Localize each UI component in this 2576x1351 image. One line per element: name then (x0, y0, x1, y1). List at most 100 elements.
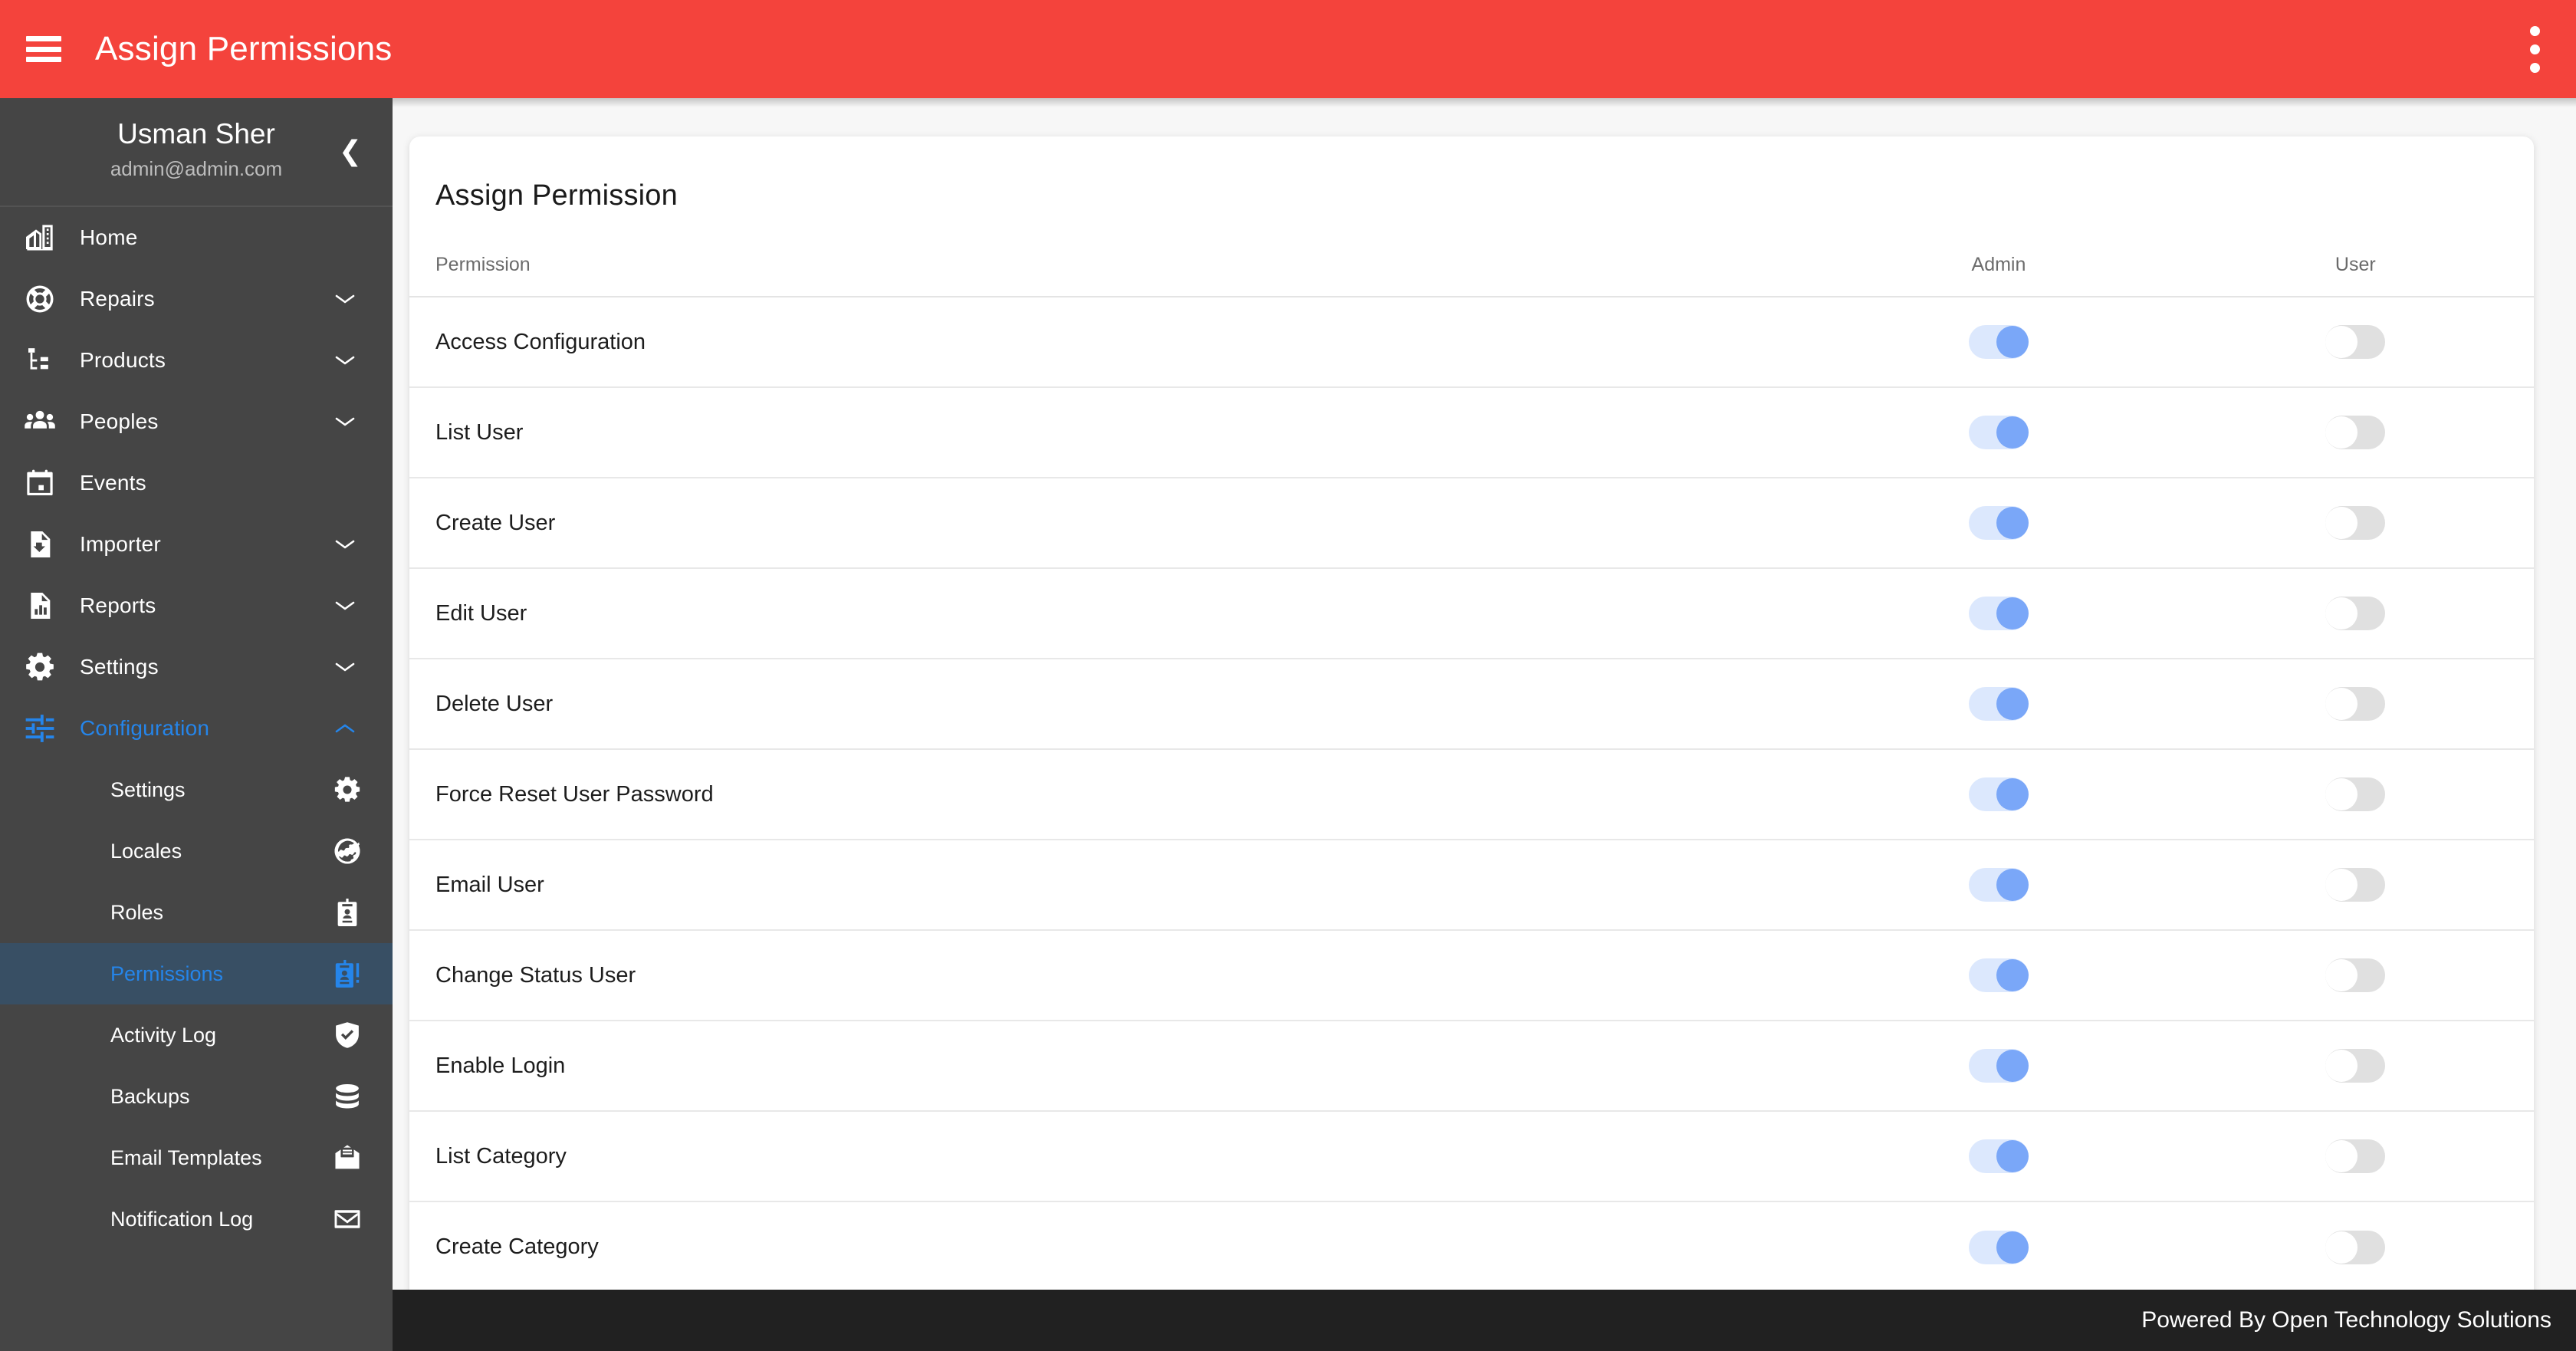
toggle-thumb (1996, 869, 2029, 901)
user-permission-toggle[interactable] (2325, 325, 2386, 359)
chevron-down-icon[interactable] (334, 293, 356, 305)
user-toggle-cell (2177, 930, 2534, 1021)
admin-permission-toggle[interactable] (1968, 1049, 2029, 1083)
user-toggle-cell (2177, 659, 2534, 750)
toggle-thumb (1996, 959, 2029, 991)
sidebar-subitem-permissions[interactable]: Permissions (0, 943, 393, 1004)
user-permission-toggle[interactable] (2325, 1049, 2386, 1083)
permission-name: Email User (409, 840, 1821, 931)
sidebar-item-settings[interactable]: Settings (0, 636, 393, 698)
sidebar-user-block[interactable]: Usman Sher admin@admin.com ❮ (0, 98, 393, 207)
card-title: Assign Permission (435, 179, 678, 212)
toggle-thumb (2325, 326, 2358, 358)
permission-name: Delete User (409, 659, 1821, 750)
user-permission-toggle[interactable] (2325, 506, 2386, 540)
toggle-thumb (2325, 1050, 2358, 1082)
admin-permission-toggle[interactable] (1968, 1230, 2029, 1264)
user-email: admin@admin.com (110, 156, 283, 180)
admin-toggle-cell (1820, 297, 2177, 388)
sidebar-item-home[interactable]: Home (0, 207, 393, 268)
sidebar-item-events[interactable]: Events (0, 452, 393, 514)
admin-toggle-cell (1820, 659, 2177, 750)
hamburger-bar (26, 46, 61, 52)
database-icon (330, 1079, 365, 1114)
chevron-down-icon[interactable] (334, 661, 356, 673)
chevron-down-icon[interactable] (334, 600, 356, 612)
page-title: Assign Permissions (95, 30, 393, 67)
sliders-icon (0, 712, 80, 745)
toggle-thumb (2325, 1231, 2358, 1264)
user-permission-toggle[interactable] (2325, 1139, 2386, 1173)
chevron-down-icon[interactable] (334, 538, 356, 551)
sidebar-subitem-backups[interactable]: Backups (0, 1066, 393, 1127)
sidebar-item-reports[interactable]: Reports (0, 575, 393, 636)
user-permission-toggle[interactable] (2325, 597, 2386, 630)
toggle-thumb (1996, 416, 2029, 449)
table-row: Edit User (409, 568, 2534, 659)
permission-name: Access Configuration (409, 297, 1821, 388)
vertical-dots-icon[interactable] (2519, 19, 2550, 79)
permission-name: Edit User (409, 568, 1821, 659)
chevron-down-icon[interactable] (334, 416, 356, 428)
admin-permission-toggle[interactable] (1968, 868, 2029, 902)
admin-permission-toggle[interactable] (1968, 687, 2029, 721)
sidebar-item-products[interactable]: Products (0, 330, 393, 391)
sidebar-subitem-locales[interactable]: Locales (0, 820, 393, 882)
admin-permission-toggle[interactable] (1968, 597, 2029, 630)
admin-permission-toggle[interactable] (1968, 777, 2029, 811)
admin-permission-toggle[interactable] (1968, 1139, 2029, 1173)
sidebar-subitem-roles[interactable]: Roles (0, 882, 393, 943)
dot (2529, 25, 2540, 36)
table-row: Email User (409, 840, 2534, 931)
user-toggle-cell (2177, 387, 2534, 478)
user-permission-toggle[interactable] (2325, 777, 2386, 811)
user-name: Usman Sher (117, 117, 275, 150)
permission-name: List User (409, 387, 1821, 478)
admin-permission-toggle[interactable] (1968, 416, 2029, 449)
sidebar-item-importer[interactable]: Importer (0, 514, 393, 575)
chevron-up-icon[interactable] (334, 722, 356, 735)
sidebar-subitem-activity-log[interactable]: Activity Log (0, 1004, 393, 1066)
user-permission-toggle[interactable] (2325, 416, 2386, 449)
dot (2529, 44, 2540, 54)
hamburger-bar (26, 57, 61, 62)
table-row: Create Category (409, 1201, 2534, 1292)
chevron-left-icon[interactable]: ❮ (339, 138, 362, 166)
column-header-user: User (2177, 243, 2534, 297)
user-toggle-cell (2177, 1201, 2534, 1292)
main-content: Assign Permission Permission Admin User … (393, 98, 2576, 1351)
chevron-down-icon[interactable] (334, 354, 356, 367)
id-badge-icon (330, 895, 365, 930)
file-chart-icon (0, 590, 80, 621)
admin-toggle-cell (1820, 387, 2177, 478)
sidebar-item-peoples[interactable]: Peoples (0, 391, 393, 452)
top-app-bar: Assign Permissions (0, 0, 2576, 98)
permission-name: Change Status User (409, 930, 1821, 1021)
tree-list-icon (0, 345, 80, 376)
toggle-thumb (2325, 688, 2358, 720)
toggle-thumb (1996, 778, 2029, 810)
user-permission-toggle[interactable] (2325, 958, 2386, 992)
admin-toggle-cell (1820, 840, 2177, 931)
table-header-row: Permission Admin User (409, 243, 2534, 297)
dot (2529, 62, 2540, 73)
sidebar-subitem-email-templates[interactable]: Email Templates (0, 1127, 393, 1188)
admin-permission-toggle[interactable] (1968, 958, 2029, 992)
permission-name: Force Reset User Password (409, 749, 1821, 840)
sidebar-item-configuration[interactable]: Configuration (0, 698, 393, 759)
globe-icon (330, 833, 365, 869)
user-permission-toggle[interactable] (2325, 687, 2386, 721)
sidebar-subitem-settings[interactable]: Settings (0, 759, 393, 820)
table-row: Change Status User (409, 930, 2534, 1021)
user-permission-toggle[interactable] (2325, 868, 2386, 902)
hamburger-icon[interactable] (26, 36, 61, 62)
user-permission-toggle[interactable] (2325, 1230, 2386, 1264)
toggle-thumb (2325, 416, 2358, 449)
admin-permission-toggle[interactable] (1968, 506, 2029, 540)
table-row: Force Reset User Password (409, 749, 2534, 840)
admin-permission-toggle[interactable] (1968, 325, 2029, 359)
sidebar-item-repairs[interactable]: Repairs (0, 268, 393, 330)
sidebar-subitem-notification-log[interactable]: Notification Log (0, 1188, 393, 1250)
permissions-table: Permission Admin User Access Configurati… (409, 243, 2534, 1292)
envelope-icon (330, 1201, 365, 1237)
